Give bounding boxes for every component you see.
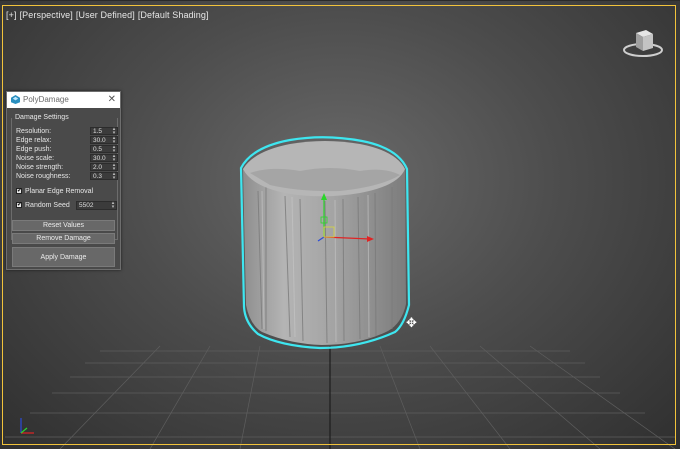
planar-edge-removal-label: Planar Edge Removal (25, 188, 94, 195)
spinner-value: 2.0 (93, 164, 103, 171)
viewport-label-menu: [+] [Perspective] [User Defined] [Default S… (6, 10, 212, 20)
move-cursor-icon: ✥ (406, 315, 417, 330)
axis-tripod-icon (20, 418, 34, 434)
param-label: Resolution: (16, 128, 52, 135)
param-label: Edge push: (16, 146, 52, 153)
perspective-viewport[interactable]: [+] [Perspective] [User Defined] [Default S… (0, 0, 680, 449)
planar-edge-removal-checkbox[interactable]: ✔ (16, 188, 22, 194)
edge-push-spinner[interactable]: 0.5 ▴ ▾ (90, 145, 118, 153)
spinner-arrows-icon[interactable]: ▴ ▾ (112, 127, 116, 136)
polydamage-dialog: PolyDamage ✕ Damage Settings Resolution:… (6, 91, 121, 270)
viewport-menu-rendering[interactable]: [User Defined] (76, 10, 135, 20)
spinner-value: 30.0 (93, 155, 106, 162)
viewport-menu-point-of-view[interactable]: [Perspective] (20, 10, 73, 20)
param-label: Noise scale: (16, 155, 55, 162)
spinner-arrows-icon[interactable]: ▴ ▾ (112, 145, 116, 154)
noise-strength-spinner[interactable]: 2.0 ▴ ▾ (90, 163, 118, 171)
resolution-spinner[interactable]: 1.5 ▴ ▾ (90, 127, 118, 135)
random-seed-row: ✔ Random Seed 5502 ▴ ▾ (16, 201, 117, 211)
damage-settings-group: Damage Settings Resolution: 1.5 ▴ ▾ Edge r… (11, 114, 118, 302)
spinner-value: 0.5 (93, 146, 103, 153)
param-row-edge-relax: Edge relax: 30.0 ▴ ▾ (16, 136, 118, 145)
param-row-noise-strength: Noise strength: 2.0 ▴ ▾ (16, 163, 118, 172)
spinner-arrows-icon[interactable]: ▴ ▾ (112, 172, 116, 181)
spinner-arrows-icon[interactable]: ▴ ▾ (111, 201, 115, 210)
transform-gizmo-icon[interactable] (316, 191, 376, 247)
group-title: Damage Settings (14, 114, 70, 121)
dialog-title: PolyDamage (23, 95, 69, 104)
param-label: Edge relax: (16, 137, 52, 144)
planar-edge-removal-row: ✔ Planar Edge Removal (16, 187, 116, 197)
viewport-menu-shading[interactable]: [Default Shading] (138, 10, 209, 20)
close-icon[interactable]: ✕ (108, 92, 116, 108)
reset-values-button[interactable]: Reset Values (12, 220, 115, 231)
spinner-arrows-icon[interactable]: ▴ ▾ (112, 154, 116, 163)
random-seed-label: Random Seed (25, 202, 70, 209)
apply-damage-button[interactable]: Apply Damage (12, 247, 115, 267)
edge-relax-spinner[interactable]: 30.0 ▴ ▾ (90, 136, 118, 144)
param-row-edge-push: Edge push: 0.5 ▴ ▾ (16, 145, 118, 154)
param-label: Noise roughness: (16, 173, 71, 180)
dialog-title-bar[interactable]: PolyDamage ✕ (7, 92, 120, 108)
spinner-value: 0.3 (93, 173, 103, 180)
spinner-arrows-icon[interactable]: ▴ ▾ (112, 136, 116, 145)
random-seed-spinner[interactable]: 5502 ▴ ▾ (76, 201, 117, 210)
noise-roughness-spinner[interactable]: 0.3 ▴ ▾ (90, 172, 118, 180)
param-row-resolution: Resolution: 1.5 ▴ ▾ (16, 127, 118, 136)
param-label: Noise strength: (16, 164, 64, 171)
param-row-noise-scale: Noise scale: 30.0 ▴ ▾ (16, 154, 118, 163)
viewport-menu-general[interactable]: [+] (6, 10, 17, 20)
spinner-arrows-icon[interactable]: ▴ ▾ (112, 163, 116, 172)
viewcube-icon[interactable] (622, 25, 664, 61)
app-logo-icon (11, 95, 20, 104)
spinner-value: 30.0 (93, 137, 106, 144)
remove-damage-button[interactable]: Remove Damage (12, 233, 115, 244)
spinner-value: 5502 (79, 202, 94, 209)
spinner-value: 1.5 (93, 128, 103, 135)
param-row-noise-roughness: Noise roughness: 0.3 ▴ ▾ (16, 172, 118, 181)
random-seed-checkbox[interactable]: ✔ (16, 202, 22, 208)
noise-scale-spinner[interactable]: 30.0 ▴ ▾ (90, 154, 118, 162)
